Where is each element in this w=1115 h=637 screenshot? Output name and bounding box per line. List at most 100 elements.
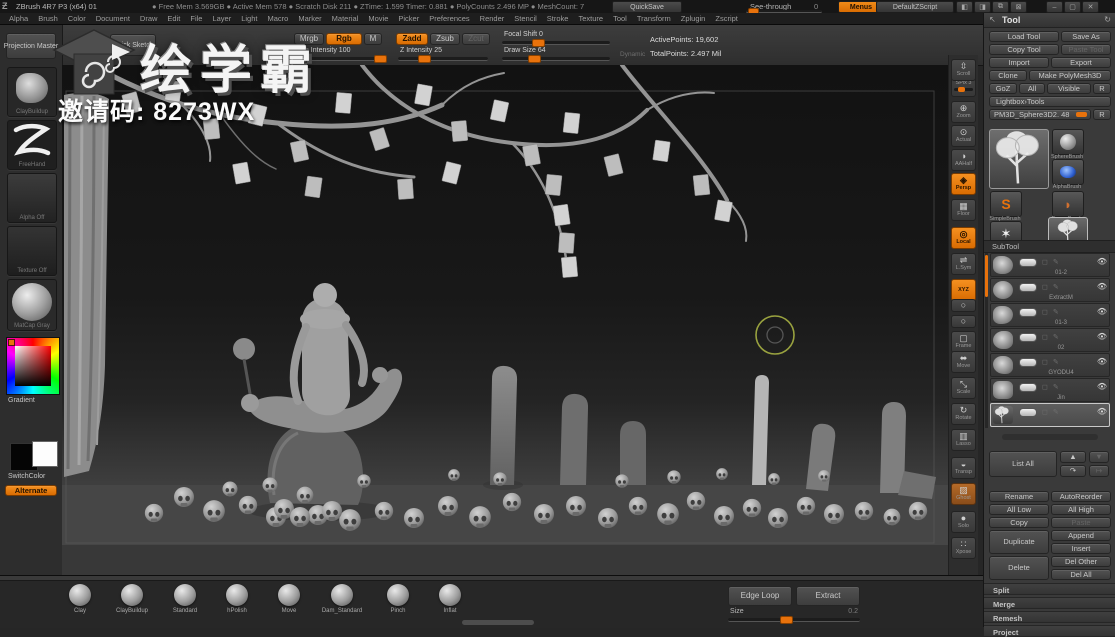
quicksave-button[interactable]: QuickSave — [612, 1, 682, 13]
secondary-color-swatch[interactable] — [32, 441, 58, 467]
subtool-row[interactable]: ◻ ✎ 👁 Jin — [990, 378, 1110, 402]
zadd-button[interactable]: Zadd — [396, 33, 428, 45]
persp-icon[interactable]: ◈ Persp — [951, 173, 976, 195]
visibility-toggle-icon[interactable] — [1019, 332, 1037, 342]
visibility-toggle-icon[interactable] — [1019, 357, 1037, 367]
xpose-icon[interactable]: ∷ Xpose — [951, 537, 976, 559]
subtool-list-scroll-strip[interactable] — [1002, 434, 1098, 440]
frame-icon[interactable]: ▢ Frame — [951, 331, 976, 353]
material-thumbnail[interactable]: MatCap Gray — [7, 279, 57, 331]
xyz-icon[interactable]: XYZ — [951, 279, 976, 301]
polypaint-icon[interactable]: ◻ — [1042, 359, 1048, 366]
lsym-icon[interactable]: ⇌ L.Sym — [951, 253, 976, 275]
tool-r-button[interactable]: R — [1093, 109, 1111, 120]
menu-render[interactable]: Render — [475, 14, 510, 23]
stroke-thumbnail[interactable]: FreeHand — [7, 120, 57, 170]
visibility-toggle-icon[interactable] — [1019, 307, 1037, 317]
subtool-scrollbar[interactable] — [985, 253, 988, 428]
autoreorder-button[interactable]: AutoReorder — [1051, 491, 1111, 502]
subtool-section-header[interactable]: SubTool — [984, 240, 1115, 253]
list-all-button[interactable]: List All — [989, 451, 1057, 477]
sculpt-icon[interactable]: ✎ — [1053, 309, 1059, 316]
all-high-button[interactable]: All High — [1051, 504, 1111, 515]
ghost-icon[interactable]: ▨ Ghost — [951, 483, 976, 505]
sculpt-icon[interactable]: ✎ — [1053, 334, 1059, 341]
see-through-slider[interactable]: See-through 0 — [742, 1, 828, 15]
tool-thumb-alphabrush[interactable] — [1052, 159, 1084, 185]
subtool-row[interactable]: ◻ ✎ 👁 01-3 — [990, 303, 1110, 327]
polypaint-icon[interactable]: ◻ — [1042, 259, 1048, 266]
brush-preset-hpolish[interactable]: hPolish — [209, 584, 265, 614]
polypaint-icon[interactable]: ◻ — [1042, 409, 1048, 416]
edge-loop-button[interactable]: Edge Loop — [728, 586, 792, 606]
current-tool-knob[interactable] — [1076, 112, 1087, 117]
visibility-toggle-icon[interactable] — [1019, 382, 1037, 392]
paste-tool-button[interactable]: Paste Tool — [1061, 44, 1111, 55]
subtool-down-button[interactable]: ▼ — [1089, 451, 1109, 463]
duplicate-button[interactable]: Duplicate — [989, 530, 1049, 554]
del-other-button[interactable]: Del Other — [1051, 556, 1111, 567]
doc-right-icon[interactable]: ◨ — [974, 1, 991, 13]
document-canvas[interactable] — [62, 65, 948, 575]
eye-icon[interactable]: 👁 — [1097, 333, 1107, 341]
sculpt-icon[interactable]: ✎ — [1053, 284, 1059, 291]
copy-subtool-button[interactable]: Copy — [989, 517, 1049, 528]
zcut-button[interactable]: Zcut — [462, 33, 490, 45]
subtool-row[interactable]: ◻ ✎ 👁 01-2 — [990, 253, 1110, 277]
brush-preset-dam_standard[interactable]: Dam_Standard — [314, 584, 370, 614]
actual-icon[interactable]: ⊙ Actual — [951, 125, 976, 147]
menu-marker[interactable]: Marker — [293, 14, 326, 23]
make-polymesh3d-button[interactable]: Make PolyMesh3D — [1029, 70, 1111, 81]
minimize-button[interactable]: – — [1046, 1, 1063, 13]
close-button[interactable]: ✕ — [1082, 1, 1099, 13]
tray-scroll-handle[interactable] — [462, 620, 534, 625]
subtool-jump-button[interactable]: ↦ — [1089, 465, 1109, 477]
polypaint-icon[interactable]: ◻ — [1042, 334, 1048, 341]
alternate-button[interactable]: Alternate — [5, 485, 57, 496]
local-icon[interactable]: ◎ Local — [951, 227, 976, 249]
goz-visible-button[interactable]: Visible — [1047, 83, 1091, 94]
menu-picker[interactable]: Picker — [393, 14, 424, 23]
import-button[interactable]: Import — [989, 57, 1049, 68]
sculpt-icon[interactable]: ✎ — [1053, 259, 1059, 266]
load-tool-button[interactable]: Load Tool — [989, 31, 1059, 42]
projection-master-button[interactable]: Projection Master — [4, 33, 58, 59]
eye-icon[interactable]: 👁 — [1097, 383, 1107, 391]
spix-track[interactable] — [954, 86, 973, 92]
color-picker[interactable] — [6, 337, 60, 395]
goz-all-button[interactable]: All — [1019, 83, 1045, 94]
extract-button[interactable]: Extract — [796, 586, 860, 606]
sculpt-icon[interactable]: ✎ — [1053, 384, 1059, 391]
rgb-button[interactable]: Rgb — [326, 33, 362, 45]
del-all-button[interactable]: Del All — [1051, 569, 1111, 580]
scale-icon[interactable]: ⤡ Scale — [951, 377, 976, 399]
menu-macro[interactable]: Macro — [262, 14, 293, 23]
solo-icon[interactable]: ● Solo — [951, 511, 976, 533]
brush-thumbnail[interactable]: ClayBuildup — [7, 67, 57, 117]
palette-refresh-icon[interactable]: ↻ — [1104, 15, 1111, 24]
eye-icon[interactable]: 👁 — [1097, 283, 1107, 291]
menu-file[interactable]: File — [185, 14, 207, 23]
menu-light[interactable]: Light — [236, 14, 262, 23]
move-icon[interactable]: ⬌ Move — [951, 351, 976, 373]
menu-material[interactable]: Material — [327, 14, 364, 23]
polypaint-icon[interactable]: ◻ — [1042, 284, 1048, 291]
brush-preset-pinch[interactable]: Pinch — [370, 584, 426, 614]
circle1-icon[interactable]: ○ — [951, 299, 976, 312]
rotate-icon[interactable]: ↻ Rotate — [951, 403, 976, 425]
menu-preferences[interactable]: Preferences — [424, 14, 474, 23]
menu-layer[interactable]: Layer — [207, 14, 236, 23]
lasso-icon[interactable]: ▥ Lasso — [951, 429, 976, 451]
eye-icon[interactable]: 👁 — [1097, 358, 1107, 366]
menu-transform[interactable]: Transform — [632, 14, 676, 23]
layout-icon[interactable]: ⧉ — [992, 1, 1009, 13]
circle2-icon[interactable]: ○ — [951, 315, 976, 328]
menu-stroke[interactable]: Stroke — [542, 14, 574, 23]
tool-thumb-eraserbrush[interactable]: ◗ — [1052, 191, 1084, 217]
restore-button[interactable]: ▢ — [1064, 1, 1081, 13]
goz-r-button[interactable]: R — [1093, 83, 1111, 94]
visibility-toggle-icon[interactable] — [1019, 282, 1037, 292]
subtool-row[interactable]: ◻ ✎ 👁 GYODU4 — [990, 353, 1110, 377]
tool-thumb-simplebrush[interactable]: S — [990, 191, 1022, 217]
visibility-toggle-icon[interactable] — [1019, 407, 1037, 417]
